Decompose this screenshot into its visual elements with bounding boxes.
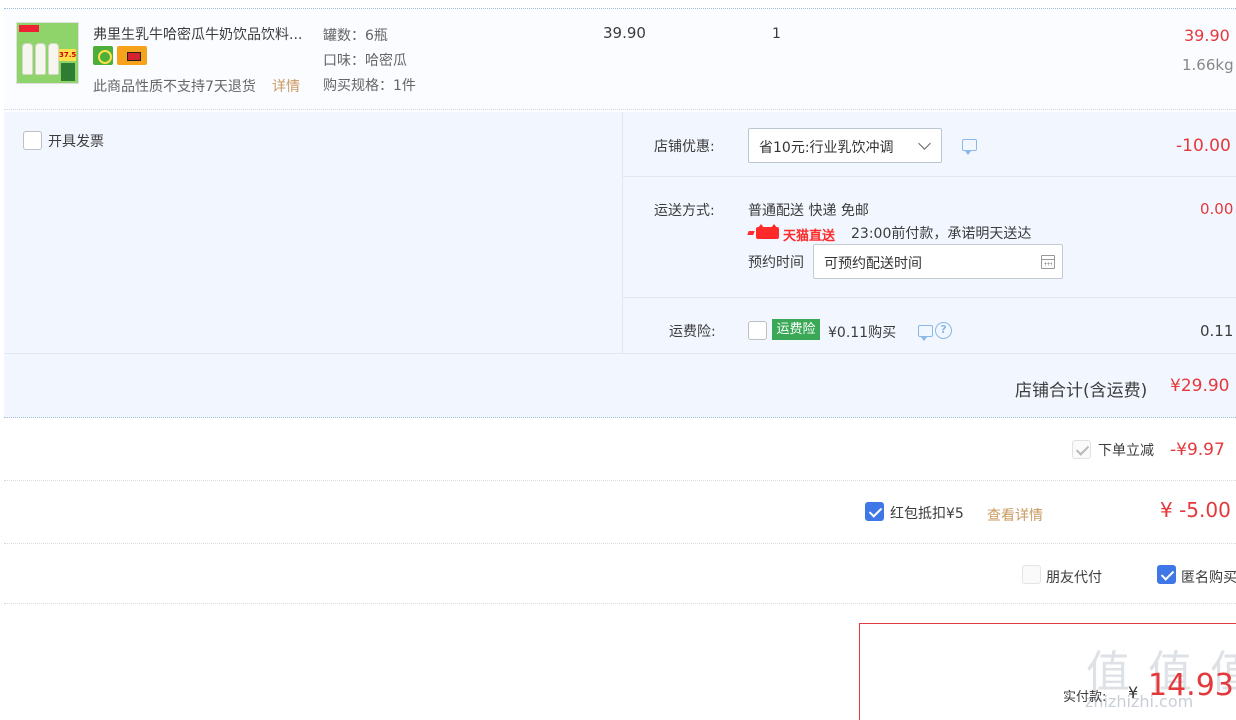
thumb-price-tag: 37.5 bbox=[59, 49, 77, 61]
anonymous-label: 匿名购买 bbox=[1181, 570, 1236, 586]
schedule-time-input[interactable]: 可预约配送时间 bbox=[813, 244, 1063, 279]
delivery-promise: 23:00前付款，承诺明天送达 bbox=[851, 226, 1032, 242]
spec-buy: 购买规格：1件 bbox=[323, 78, 416, 94]
product-thumbnail[interactable]: 37.5 bbox=[16, 22, 79, 84]
divider bbox=[623, 176, 1236, 177]
shop-discount-amount: -10.00 bbox=[1176, 136, 1231, 156]
product-name[interactable]: 弗里生乳牛哈密瓜牛奶饮品饮料... bbox=[93, 24, 302, 44]
shipping-label: 运送方式: bbox=[654, 203, 715, 219]
order-discount-checkbox bbox=[1072, 440, 1091, 459]
schedule-label: 预约时间 bbox=[748, 255, 804, 271]
shop-discount-label: 店铺优惠: bbox=[654, 139, 715, 155]
insurance-price: ¥0.11购买 bbox=[828, 325, 897, 341]
red-packet-checkbox[interactable] bbox=[865, 502, 884, 521]
order-confirm-page: 37.5 弗里生乳牛哈密瓜牛奶饮品饮料... 此商品性质不支持7天退货 详情 罐… bbox=[0, 0, 1236, 720]
order-discount-label: 下单立减 bbox=[1098, 443, 1154, 459]
insurance-amount: 0.11 bbox=[1200, 322, 1234, 340]
return-policy: 此商品性质不支持7天退货 bbox=[93, 79, 256, 95]
spec-flavor: 口味：哈密瓜 bbox=[323, 53, 407, 69]
payment-label: 实付款: bbox=[1063, 690, 1107, 705]
shop-total-amount: ¥29.90 bbox=[1170, 376, 1230, 396]
insurance-checkbox[interactable] bbox=[748, 321, 767, 340]
invoice-label: 开具发票 bbox=[48, 134, 104, 150]
invoice-checkbox[interactable] bbox=[23, 131, 42, 150]
card-badge-icon bbox=[117, 46, 147, 65]
chat-icon[interactable] bbox=[918, 325, 933, 341]
schedule-placeholder: 可预约配送时间 bbox=[824, 256, 922, 272]
chat-icon[interactable] bbox=[962, 139, 977, 155]
divider bbox=[4, 543, 1236, 544]
calendar-icon[interactable] bbox=[1041, 255, 1055, 269]
shipping-method: 普通配送 快递 免邮 bbox=[748, 203, 869, 219]
anonymous-checkbox[interactable] bbox=[1157, 565, 1176, 584]
shop-discount-select[interactable]: 省10元:行业乳饮冲调 bbox=[748, 128, 942, 163]
red-packet-label: 红包抵扣¥5 bbox=[890, 506, 964, 522]
return-details-link[interactable]: 详情 bbox=[272, 76, 300, 96]
payment-amount: 14.93 bbox=[1148, 668, 1234, 703]
shipping-amount: 0.00 bbox=[1200, 200, 1234, 218]
shop-total-label: 店铺合计(含运费) bbox=[1015, 381, 1148, 401]
red-packet-amount: ¥ -5.00 bbox=[1160, 498, 1231, 522]
quantity: 1 bbox=[772, 26, 781, 42]
chevron-down-icon bbox=[918, 137, 931, 150]
friend-pay-label: 朋友代付 bbox=[1046, 570, 1102, 586]
product-subtotal: 39.90 bbox=[1184, 26, 1230, 45]
spec-count: 罐数：6瓶 bbox=[323, 28, 388, 44]
divider bbox=[4, 603, 1236, 604]
help-icon[interactable]: ? bbox=[935, 322, 952, 339]
insurance-label: 运费险: bbox=[669, 324, 716, 340]
tmall-direct-logo-icon: 天猫直送 bbox=[747, 224, 838, 244]
payment-currency: ¥ bbox=[1128, 683, 1139, 702]
order-discount-amount: -¥9.97 bbox=[1170, 440, 1225, 460]
quality-badge-icon bbox=[93, 46, 113, 65]
product-weight: 1.66kg bbox=[1182, 56, 1234, 74]
insurance-tag: 运费险 bbox=[772, 319, 820, 340]
friend-pay-checkbox[interactable] bbox=[1022, 565, 1041, 584]
anonymous-label-clip: 匿名购买 bbox=[1181, 567, 1236, 587]
divider bbox=[4, 480, 1236, 481]
divider bbox=[4, 353, 1236, 354]
divider bbox=[623, 297, 1236, 298]
shop-discount-selected: 省10元:行业乳饮冲调 bbox=[759, 140, 894, 156]
unit-price: 39.90 bbox=[603, 24, 646, 42]
red-packet-details-link[interactable]: 查看详情 bbox=[987, 505, 1043, 525]
